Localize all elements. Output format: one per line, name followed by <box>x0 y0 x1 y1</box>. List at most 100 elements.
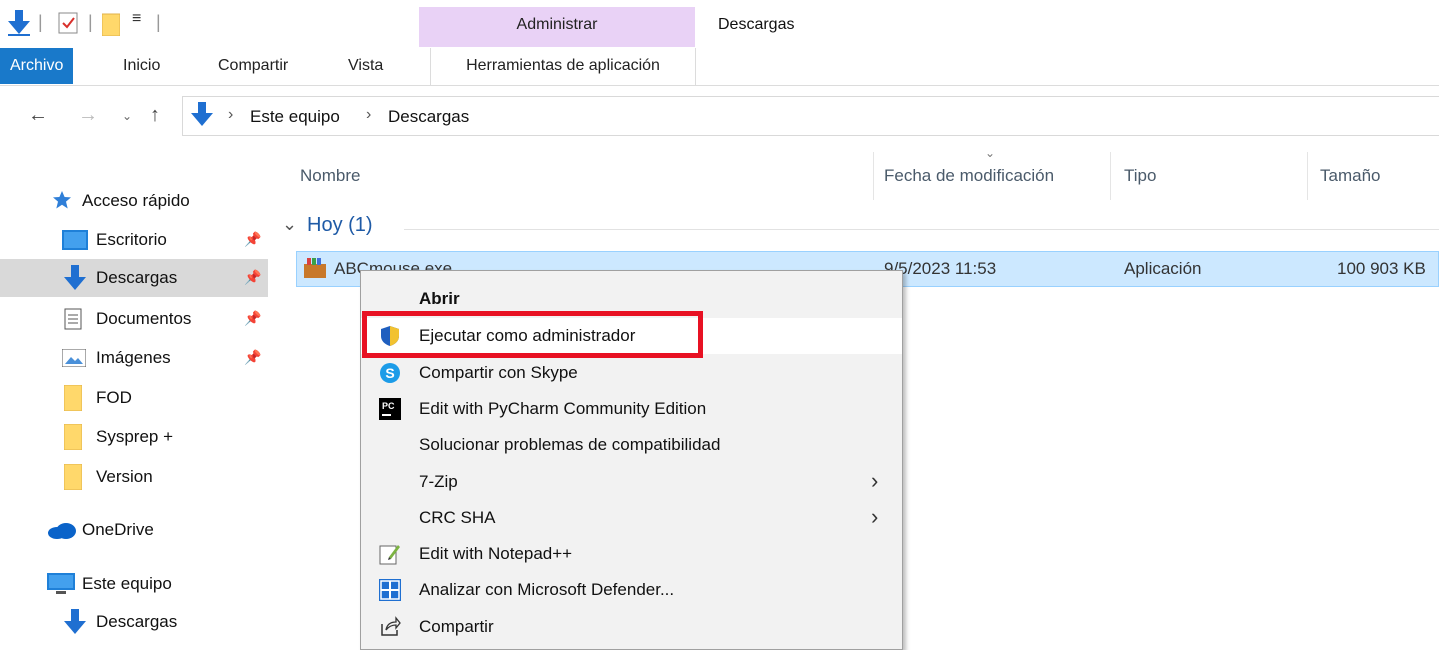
file-size: 100 903 KB <box>1337 259 1426 278</box>
menu-item-label: Analizar con Microsoft Defender... <box>419 580 675 599</box>
sidebar-item-label: Este equipo <box>82 574 172 593</box>
menu-item-share[interactable]: Compartir <box>361 609 902 645</box>
sidebar-item-label: Escritorio <box>96 230 167 249</box>
svg-text:PC: PC <box>382 401 395 411</box>
downloads-icon <box>62 265 88 296</box>
cloud-icon <box>47 523 77 544</box>
menu-item-defender[interactable]: Analizar con Microsoft Defender... <box>361 572 902 608</box>
sidebar-item-label: Imágenes <box>96 348 171 367</box>
folder-icon <box>63 384 83 416</box>
menu-item-label: Compartir <box>419 617 494 636</box>
share-icon <box>379 616 401 638</box>
pictures-icon <box>61 348 87 372</box>
defender-icon <box>379 579 401 601</box>
sidebar-item-label: FOD <box>96 388 132 407</box>
file-type: Aplicación <box>1124 259 1202 278</box>
collapse-chevron-icon[interactable]: ⌄ <box>282 214 297 235</box>
customize-toolbar-icon[interactable]: ≡ <box>132 10 141 28</box>
tab-application-tools[interactable]: Herramientas de aplicación <box>430 48 696 85</box>
menu-item-label: Compartir con Skype <box>419 363 578 382</box>
sidebar-item-sysprep[interactable]: Sysprep + <box>0 418 268 456</box>
computer-icon <box>47 573 75 600</box>
sidebar-item-version[interactable]: Version <box>0 458 268 496</box>
column-header-type[interactable]: Tipo <box>1124 166 1156 186</box>
up-arrow-icon[interactable]: ↑ <box>150 104 160 127</box>
sidebar-item-label: Documentos <box>96 309 192 328</box>
pin-icon[interactable]: 📌 <box>244 269 261 286</box>
submenu-chevron-icon: › <box>871 468 879 493</box>
sidebar-item-this-pc[interactable]: Este equipo <box>0 565 268 603</box>
skype-icon: S <box>379 362 401 384</box>
breadcrumb-chevron-icon[interactable]: › <box>228 106 233 124</box>
sidebar-item-quick-access[interactable]: Acceso rápido <box>0 182 268 220</box>
sidebar-item-desktop[interactable]: Escritorio 📌 <box>0 221 268 259</box>
separator: | <box>88 12 93 32</box>
submenu-chevron-icon: › <box>871 504 879 529</box>
sidebar-item-downloads[interactable]: Descargas 📌 <box>0 259 268 297</box>
menu-item-label: Edit with Notepad++ <box>419 544 573 563</box>
menu-item-label: 7-Zip <box>419 472 458 491</box>
group-header-title[interactable]: Hoy (1) <box>307 214 373 237</box>
downloads-icon <box>62 609 88 640</box>
breadcrumb-chevron-icon[interactable]: › <box>366 106 371 124</box>
pin-icon[interactable]: 📌 <box>244 349 261 366</box>
column-header-name[interactable]: Nombre <box>300 166 360 186</box>
column-divider[interactable] <box>1110 152 1111 200</box>
folder-icon <box>63 463 83 495</box>
tab-share[interactable]: Compartir <box>206 48 300 84</box>
menu-item-troubleshoot-compat[interactable]: Solucionar problemas de compatibilidad <box>361 427 902 463</box>
documents-icon <box>64 308 82 335</box>
menu-item-7zip[interactable]: 7-Zip › <box>361 464 902 500</box>
sidebar-item-label: OneDrive <box>82 520 154 539</box>
sidebar-item-fod[interactable]: FOD <box>0 379 268 417</box>
download-arrow-icon[interactable] <box>8 10 30 41</box>
menu-item-label: Solucionar problemas de compatibilidad <box>419 435 721 454</box>
separator: | <box>38 12 43 32</box>
sidebar-item-label: Acceso rápido <box>82 191 190 210</box>
sidebar-item-label: Descargas <box>96 612 178 631</box>
column-header-date[interactable]: Fecha de modificación <box>884 166 1054 186</box>
back-arrow-icon[interactable]: ← <box>28 104 48 127</box>
desktop-icon <box>62 230 88 255</box>
column-divider[interactable] <box>873 152 874 200</box>
sidebar-item-label: Descargas <box>96 268 178 287</box>
sidebar-item-onedrive[interactable]: OneDrive <box>0 511 268 549</box>
menu-item-crc-sha[interactable]: CRC SHA › <box>361 500 902 536</box>
window-title: Descargas <box>718 16 795 33</box>
sidebar-item-downloads-pc[interactable]: Descargas <box>0 603 268 641</box>
star-icon <box>52 190 72 215</box>
column-header-size[interactable]: Tamaño <box>1320 166 1380 186</box>
menu-item-share-skype[interactable]: S Compartir con Skype <box>361 355 902 391</box>
new-folder-icon[interactable] <box>101 12 121 41</box>
menu-item-label: Edit with PyCharm Community Edition <box>419 399 707 418</box>
sidebar-item-documents[interactable]: Documentos 📌 <box>0 300 268 338</box>
menu-item-notepadpp[interactable]: Edit with Notepad++ <box>361 536 902 572</box>
svg-text:S: S <box>385 365 394 381</box>
pin-icon[interactable]: 📌 <box>244 310 261 327</box>
pin-icon[interactable]: 📌 <box>244 231 261 248</box>
sort-chevron-icon: ⌄ <box>985 146 996 160</box>
tab-home[interactable]: Inicio <box>111 48 172 84</box>
sidebar-item-label: Version <box>96 467 153 486</box>
sidebar-item-label: Sysprep + <box>96 427 174 446</box>
menu-item-pycharm[interactable]: PC Edit with PyCharm Community Edition <box>361 391 902 427</box>
manage-label[interactable]: Administrar <box>419 16 695 34</box>
highlight-box <box>362 311 703 358</box>
group-divider <box>404 229 1439 230</box>
sidebar-item-pictures[interactable]: Imágenes 📌 <box>0 339 268 377</box>
tab-file[interactable]: Archivo <box>0 48 74 84</box>
notepadpp-icon <box>379 543 401 565</box>
menu-item-label: Abrir <box>419 289 460 308</box>
breadcrumb-downloads[interactable]: Descargas <box>388 107 469 127</box>
installer-file-icon <box>304 258 326 283</box>
pycharm-icon: PC <box>379 398 401 420</box>
forward-arrow-icon[interactable]: → <box>78 104 98 127</box>
separator: | <box>156 12 161 32</box>
recent-locations-chevron-icon[interactable]: ⌄ <box>122 109 132 123</box>
menu-item-label: CRC SHA <box>419 508 496 527</box>
properties-check-icon[interactable] <box>58 12 80 39</box>
folder-icon <box>63 423 83 455</box>
breadcrumb-this-pc[interactable]: Este equipo <box>250 107 340 127</box>
tab-view[interactable]: Vista <box>336 48 395 84</box>
column-divider[interactable] <box>1307 152 1308 200</box>
